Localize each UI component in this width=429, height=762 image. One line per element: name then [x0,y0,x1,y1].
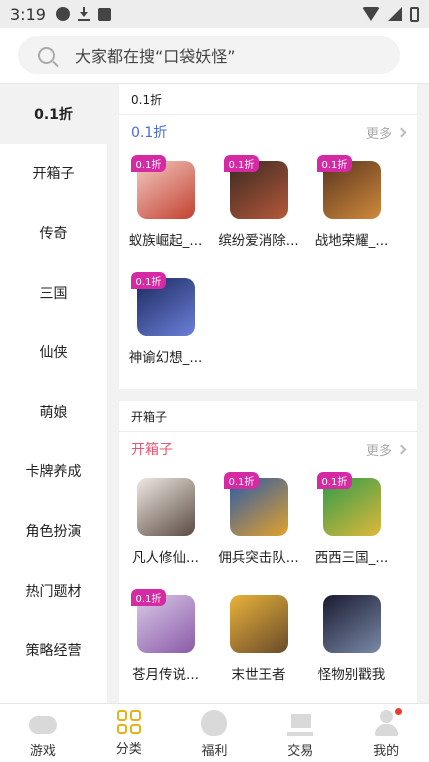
section-title-row: 0.1折 更多 [119,115,417,149]
game-name: 神谕幻想_... [128,350,203,366]
game-item[interactable]: 0.1折战地荣耀_... [305,149,398,266]
game-item[interactable]: 怪物别戳我 [305,583,398,700]
game-icon: 0.1折 [130,589,195,653]
sidebar-item-2[interactable]: 传奇 [0,203,107,263]
sidebar-item-7[interactable]: 角色扮演 [0,501,107,561]
sidebar-item-4[interactable]: 仙侠 [0,322,107,382]
more-link[interactable]: 更多 [365,440,407,459]
gift-bag-icon [201,710,228,736]
section-title-row: 开箱子 更多 [119,432,417,466]
more-label: 更多 [365,443,392,459]
game-item[interactable]: 0.1折苍月传说... [119,583,212,700]
nav-trade[interactable]: 交易 [257,704,343,762]
alert-icon [55,7,70,21]
download-icon [77,7,90,21]
sidebar-item-8[interactable]: 热门题材 [0,561,107,621]
bottom-nav: 游戏 分类 福利 交易 我的 [0,703,429,762]
nav-label: 福利 [201,744,228,759]
section-category-label: 开箱子 [131,442,173,458]
more-label: 更多 [365,126,392,142]
search-input[interactable]: 大家都在搜“口袋妖怪” [18,36,400,74]
game-icon: 0.1折 [223,155,288,219]
sidebar-item-3[interactable]: 三国 [0,263,107,323]
game-name: 缤纷爱消除... [218,233,299,249]
game-name: 末世王者 [231,667,286,683]
game-item[interactable]: 0.1折神谕幻想_... [119,266,212,383]
game-name: 凡人修仙... [132,550,199,566]
game-icon [136,478,195,536]
section-category-label: 0.1折 [131,125,168,141]
game-item[interactable]: 0.1折西西三国_... [305,466,398,583]
nav-label: 我的 [373,744,400,759]
game-icon: 0.1折 [316,472,381,536]
game-name: 苍月传说... [132,667,199,683]
game-grid: 0.1折 蚁族崛起_... 0.1折 缤纷爱消除... 0.1折 战地荣耀_... 0.1折… [119,149,417,389]
search-placeholder: 大家都在搜“口袋妖怪” [75,47,236,66]
chevron-right-icon [396,127,407,137]
game-icon: 0.1折 [316,155,381,219]
sidebar-item-0[interactable]: 0.1折 [0,84,107,144]
nav-me[interactable]: 我的 [343,704,429,762]
sidebar-item-5[interactable]: 萌娘 [0,382,107,442]
sidebar-item-9[interactable]: 策略经营 [0,620,107,680]
nav-label: 游戏 [29,744,56,759]
discount-badge: 0.1折 [130,589,167,606]
game-item[interactable]: 0.1折蚁族崛起_... [119,149,212,266]
game-item[interactable]: 0.1折佣兵突击队... [212,466,305,583]
chevron-right-icon [396,444,407,454]
game-icon [229,595,288,653]
discount-badge: 0.1折 [316,472,353,489]
game-name: 蚁族崛起_... [128,233,203,249]
game-icon: 0.1折 [223,472,288,536]
section-open-box: 开箱子 开箱子 更多 凡人修仙... 0.1折 佣兵突击队... 0.1折 西西三国_.… [119,401,417,703]
discount-badge: 0.1折 [130,155,167,172]
nav-category[interactable]: 分类 [86,704,172,762]
wifi-icon [362,7,380,21]
game-icon [322,595,381,653]
game-icon: 0.1折 [130,155,195,219]
game-name: 西西三国_... [314,550,389,566]
discount-badge: 0.1折 [223,472,260,489]
category-content: 0.1折 0.1折 更多 0.1折 蚁族崛起_... 0.1折 缤纷爱消除... 0.1… [119,84,417,703]
signal-icon [388,7,402,21]
game-name: 战地荣耀_... [314,233,389,249]
game-name: 佣兵突击队... [218,550,299,566]
category-grid-icon [116,710,141,734]
game-item[interactable]: 0.1折缤纷爱消除... [212,149,305,266]
more-link[interactable]: 更多 [365,123,407,142]
category-sidebar: 0.1折 开箱子 传奇 三国 仙侠 萌娘 卡牌养成 角色扮演 热门题材 策略经营 [0,84,107,703]
section-header: 开箱子 [119,401,417,432]
game-item[interactable]: 凡人修仙... [119,466,212,583]
sidebar-item-1[interactable]: 开箱子 [0,144,107,204]
notification-dot [395,708,403,715]
game-name: 怪物别戳我 [317,667,386,683]
status-bar: 3:19 [0,0,429,28]
nav-label: 交易 [287,744,314,759]
nav-games[interactable]: 游戏 [0,704,86,762]
sidebar-item-6[interactable]: 卡牌养成 [0,442,107,502]
discount-badge: 0.1折 [223,155,260,172]
search-icon [38,46,55,64]
search-bar: 大家都在搜“口袋妖怪” [0,28,429,84]
app-notification-icon [97,7,111,21]
user-icon [374,708,403,736]
section-header: 0.1折 [119,84,417,115]
status-time: 3:19 [10,4,46,24]
section-discount: 0.1折 0.1折 更多 0.1折 蚁族崛起_... 0.1折 缤纷爱消除... 0.1… [119,84,417,389]
game-grid: 凡人修仙... 0.1折 佣兵突击队... 0.1折 西西三国_... 0.1折 苍月传说.… [119,466,417,703]
game-item[interactable]: 末世王者 [212,583,305,700]
discount-badge: 0.1折 [316,155,353,172]
cart-icon [287,710,314,736]
gamepad-icon [28,716,57,734]
game-icon: 0.1折 [130,272,195,336]
discount-badge: 0.1折 [130,272,167,289]
nav-label: 分类 [115,742,142,757]
nav-welfare[interactable]: 福利 [172,704,258,762]
battery-icon [410,6,419,22]
